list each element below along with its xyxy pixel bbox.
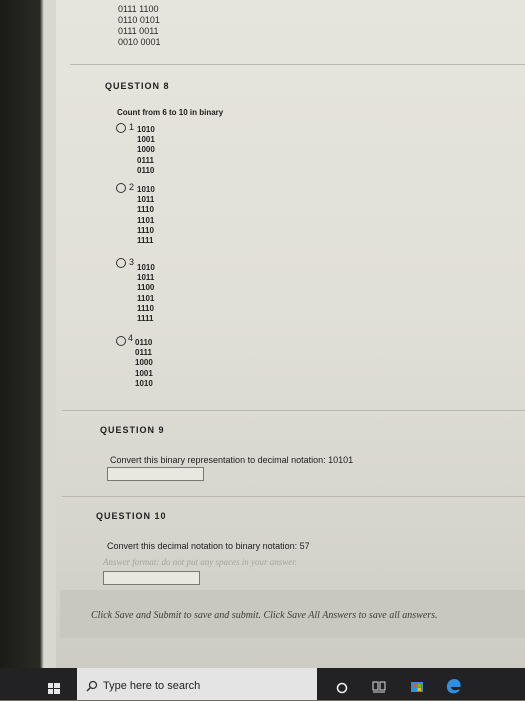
option-1-number: 1 [129,122,135,132]
question-10-prompt: Convert this decimal notation to binary … [107,541,310,551]
option-line: 1100 [137,283,155,293]
option-2-radio[interactable] [116,183,126,193]
option-line: 0110 [135,338,153,347]
prev-line: 0111 1100 [118,4,159,14]
option-line: 1011 [137,273,155,283]
option-line: 1101 [137,293,155,303]
prev-line: 0010 0001 [118,37,161,47]
option-line: 1010 [137,185,155,194]
edge-icon[interactable] [444,676,464,696]
option-line: 1110 [137,303,154,313]
option-1-sequence[interactable]: 1010 1001 1000 0111 0110 [137,125,155,176]
option-line: 1010 [137,125,155,134]
option-line: 1111 [137,236,154,246]
option-line: 1110 [137,225,154,235]
question-8-heading: QUESTION 8 [105,81,170,91]
prev-line: 0110 0101 [118,15,160,25]
option-line: 0111 [135,348,152,358]
prev-line: 0111 0011 [118,26,159,36]
option-line: 1001 [137,135,155,145]
taskbar-search-placeholder: Type here to search [103,680,201,692]
option-2-sequence[interactable]: 1010 1011 1110 1101 1110 1111 [137,185,155,246]
option-line: 1000 [137,145,155,155]
question-9-prompt: Convert this binary representation to de… [110,455,354,465]
option-3-number: 3 [129,257,135,267]
option-line: 1110 [137,205,154,215]
option-1-radio[interactable] [116,123,126,133]
question-10-hint: Answer format: do not put any spaces in … [103,557,297,567]
question-10-answer-input[interactable] [103,571,200,585]
option-line: 1000 [135,358,153,368]
option-3-sequence[interactable]: 1010 1011 1100 1101 1110 1111 [137,263,155,324]
option-line: 1111 [137,314,154,324]
footer-instructions: Click Save and Submit to save and submit… [91,610,438,621]
option-4-number: 4 [128,333,134,343]
cortana-icon[interactable] [336,681,348,694]
option-line: 0111 [137,155,154,165]
task-view-icon[interactable] [372,680,386,693]
option-line: 1010 [137,263,155,272]
option-4-sequence[interactable]: 0110 0111 1000 1001 1010 [135,338,153,389]
search-icon [86,679,98,692]
windows-start-icon[interactable] [48,681,60,694]
question-10-heading: QUESTION 10 [96,511,167,521]
store-icon[interactable] [410,679,424,693]
divider [62,496,525,497]
option-3-radio[interactable] [116,258,126,268]
question-8-prompt: Count from 6 to 10 in binary [117,108,224,117]
divider [62,410,525,411]
question-9-answer-input[interactable] [107,467,204,481]
option-2-number: 2 [129,182,135,192]
quiz-page [56,0,525,668]
option-line: 1010 [135,378,153,388]
question-9-heading: QUESTION 9 [100,425,165,435]
option-line: 1011 [137,195,155,205]
option-line: 1101 [137,215,155,225]
left-margin [44,0,56,668]
option-line: 1001 [135,368,153,378]
divider [70,64,525,65]
option-line: 0110 [137,165,155,175]
previous-question-answers: 0111 1100 0110 0101 0111 0011 0010 0001 [118,4,161,48]
option-4-radio[interactable] [116,336,126,346]
